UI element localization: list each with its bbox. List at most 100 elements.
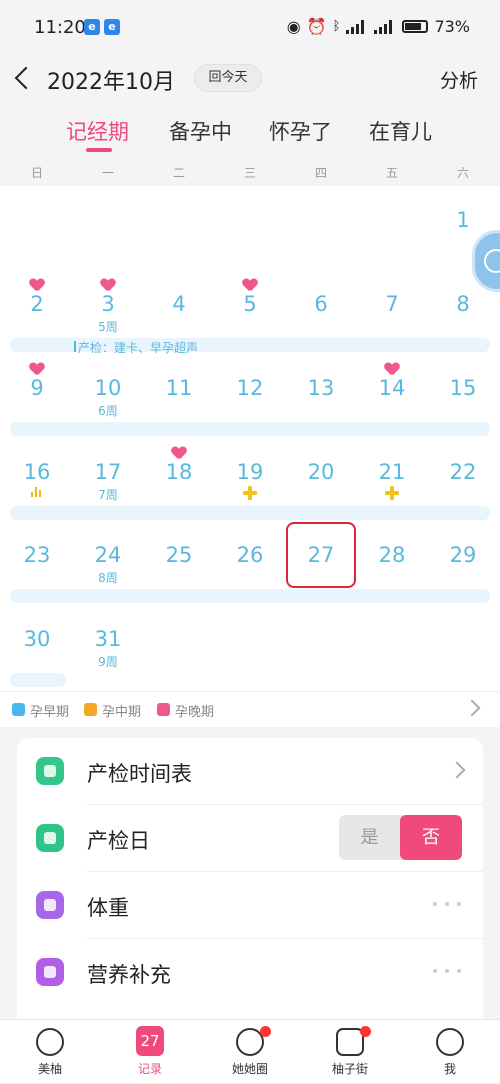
weekday-label: 四 (314, 166, 327, 180)
toggle-no[interactable]: 否 (400, 815, 462, 860)
week-stripe (10, 673, 66, 687)
status-bar: 11:20 e e ◉ ⏰ ᛒ 73% (0, 0, 500, 56)
calendar-day[interactable]: 28 (367, 543, 417, 567)
row-exam-day: 产检日 是 否 (17, 805, 483, 872)
weekday-label: 三 (243, 166, 256, 180)
calendar-day[interactable]: 2 (12, 292, 62, 316)
calendar-day[interactable]: 10 (83, 376, 133, 400)
flow-icon (31, 487, 43, 497)
weekday-label: 六 (456, 166, 469, 180)
week-stripe (10, 589, 490, 603)
status-time: 11:20 (34, 17, 86, 38)
exam-note[interactable]: 产检：建卡、早孕超声 (73, 339, 198, 356)
weekday-label: 二 (172, 166, 185, 180)
more-icon[interactable] (433, 969, 463, 975)
heart-icon (385, 363, 399, 375)
row-weight[interactable]: 体重 (17, 872, 483, 939)
calendar-day[interactable]: 25 (154, 543, 204, 567)
calendar-day[interactable]: 29 (438, 543, 488, 567)
battery-percent: 73% (434, 17, 470, 36)
row-label: 产检时间表 (87, 762, 192, 786)
calendar-day[interactable]: 31 (83, 627, 133, 651)
heart-icon (30, 363, 44, 375)
page-title[interactable]: 2022年10月 (47, 64, 175, 96)
weekday-label: 一 (101, 166, 114, 180)
profile-icon (436, 1028, 464, 1056)
notification-icon: e (84, 19, 100, 35)
calendar-day[interactable]: 18 (154, 460, 204, 484)
calendar-day[interactable]: 17 (83, 460, 133, 484)
calendar-day-today[interactable]: 27 (296, 543, 346, 567)
calendar-grid: 产检：建卡、早孕超声 1 2 3 4 5 6 7 8 5周 9 10 11 12… (0, 186, 500, 691)
calendar-day[interactable]: 9 (12, 376, 62, 400)
week-label: 6周 (98, 404, 118, 418)
chevron-right-icon (448, 761, 466, 779)
legend[interactable]: 孕早期 孕中期 孕晚期 (0, 691, 500, 727)
floating-button[interactable] (472, 230, 500, 292)
plus-icon (385, 486, 399, 500)
tab-period[interactable]: 记经期 (66, 116, 129, 146)
row-label: 产检日 (87, 829, 150, 853)
toggle-yes[interactable]: 是 (339, 815, 400, 860)
nav-label: 美柚 (37, 1062, 62, 1076)
nav-home[interactable]: 美柚 (10, 1020, 90, 1084)
tab-parenting[interactable]: 在育儿 (369, 116, 432, 146)
bluetooth-icon: ᛒ (332, 19, 341, 34)
row-label: 体重 (87, 896, 129, 920)
tab-pregnant[interactable]: 怀孕了 (269, 116, 332, 146)
row-nutrition[interactable]: 营养补充 (17, 939, 483, 1006)
calendar-day[interactable]: 7 (367, 292, 417, 316)
week-label: 8周 (98, 571, 118, 585)
legend-label: 孕晚期 (175, 705, 215, 720)
chevron-right-icon[interactable] (463, 699, 481, 717)
record-card: 产检时间表 产检日 是 否 体重 营养补充 (17, 738, 483, 1028)
exam-day-toggle[interactable]: 是 否 (339, 815, 462, 860)
calendar-day[interactable]: 1 (438, 208, 488, 232)
calendar-day[interactable]: 14 (367, 376, 417, 400)
nav-me[interactable]: 我 (410, 1020, 490, 1084)
nav-label: 柚子街 (331, 1062, 368, 1076)
calendar-day[interactable]: 21 (367, 460, 417, 484)
heart-icon (243, 279, 257, 291)
nav-record[interactable]: 27 记录 (110, 1020, 190, 1084)
calendar-day[interactable]: 30 (12, 627, 62, 651)
calendar-day[interactable]: 15 (438, 376, 488, 400)
mode-tabs: 记经期 备孕中 怀孕了 在育儿 (0, 108, 500, 158)
weekday-label: 五 (385, 166, 398, 180)
calendar-day[interactable]: 23 (12, 543, 62, 567)
calendar-day[interactable]: 4 (154, 292, 204, 316)
heart-icon (30, 279, 44, 291)
analysis-button[interactable]: 分析 (440, 66, 478, 93)
calendar-day[interactable]: 5 (225, 292, 275, 316)
status-icons: ◉ ⏰ ᛒ 73% (287, 17, 470, 36)
calendar-day[interactable]: 16 (12, 460, 62, 484)
calendar-day[interactable]: 13 (296, 376, 346, 400)
nav-community[interactable]: 她她圈 (210, 1020, 290, 1084)
calendar-day[interactable]: 20 (296, 460, 346, 484)
calendar-day[interactable]: 12 (225, 376, 275, 400)
notification-icon: e (104, 19, 120, 35)
row-exam-schedule[interactable]: 产检时间表 (17, 738, 483, 805)
calendar-day[interactable]: 3 (83, 292, 133, 316)
alarm-icon: ⏰ (306, 17, 327, 36)
eye-icon: ◉ (286, 17, 301, 36)
calendar-day[interactable]: 8 (438, 292, 488, 316)
calendar-day[interactable]: 24 (83, 543, 133, 567)
signal-icon (346, 19, 368, 34)
legend-label: 孕中期 (102, 705, 142, 720)
back-icon[interactable] (10, 62, 40, 96)
exam-icon (36, 824, 64, 852)
calendar-day[interactable]: 26 (225, 543, 275, 567)
notification-badge (260, 1026, 271, 1037)
notification-badge (360, 1026, 371, 1037)
weekday-header: 日 一 二 三 四 五 六 (0, 160, 500, 186)
more-icon[interactable] (433, 902, 463, 908)
today-button[interactable]: 回今天 (194, 64, 262, 92)
signal-icon (374, 19, 396, 34)
calendar-day[interactable]: 6 (296, 292, 346, 316)
calendar-day[interactable]: 19 (225, 460, 275, 484)
tab-preparing[interactable]: 备孕中 (169, 116, 232, 146)
nav-shop[interactable]: 柚子街 (310, 1020, 390, 1084)
calendar-day[interactable]: 22 (438, 460, 488, 484)
calendar-day[interactable]: 11 (154, 376, 204, 400)
